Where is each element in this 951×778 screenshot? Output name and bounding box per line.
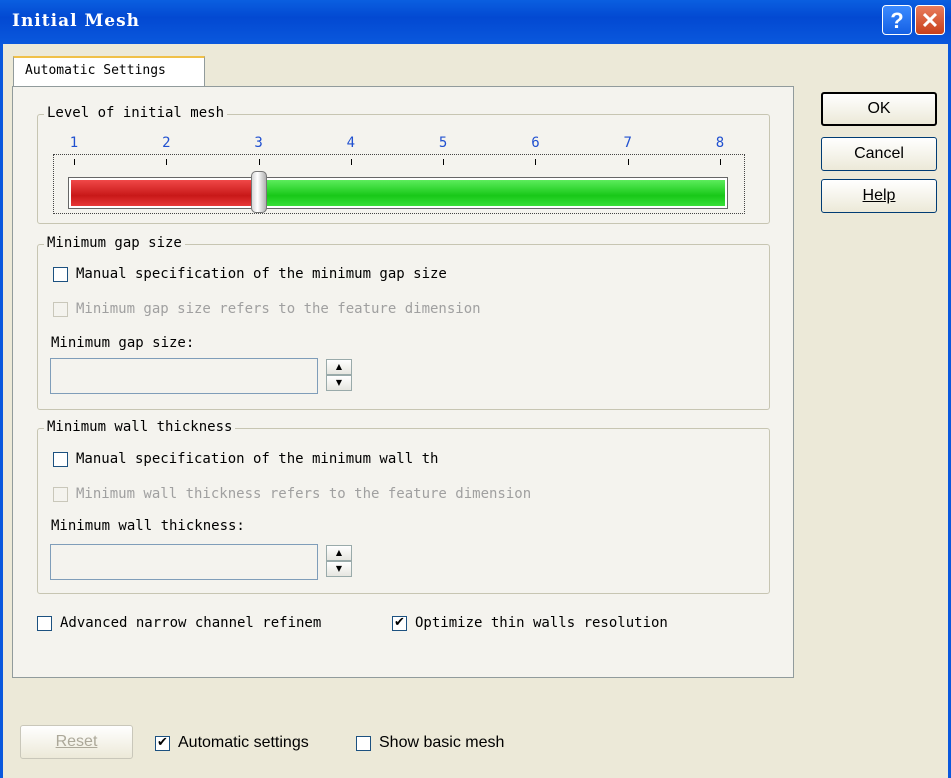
gap-manual-checkbox[interactable] (53, 266, 68, 282)
level-slider-thumb[interactable] (250, 171, 267, 213)
wall-thickness-input[interactable] (50, 544, 318, 580)
level-tick-label: 1 (69, 135, 79, 151)
level-tick-label: 6 (531, 135, 540, 151)
show-basic-mesh-label: Show basic mesh (379, 734, 505, 751)
level-slider-low-fill (71, 180, 260, 206)
cancel-button[interactable]: Cancel (821, 137, 937, 171)
level-slider-high-fill (257, 180, 725, 206)
ok-button[interactable]: OK (821, 92, 937, 126)
gap-manual-checkbox-row[interactable]: Manual specification of the minimum gap … (53, 266, 447, 282)
spin-up-icon[interactable]: ▲ (326, 359, 352, 375)
gap-group-label: Minimum gap size (44, 235, 185, 251)
tab-automatic-settings[interactable]: Automatic Settings (13, 56, 205, 88)
spin-down-icon[interactable]: ▼ (326, 375, 352, 391)
wall-refers-checkbox-row[interactable]: Minimum wall thickness refers to the fea… (53, 486, 531, 502)
level-tick-label: 7 (623, 135, 632, 151)
narrow-channel-label: Advanced narrow channel refinem (60, 615, 322, 631)
wall-manual-label: Manual specification of the minimum wall… (76, 451, 439, 467)
reset-button[interactable]: Reset (20, 725, 133, 759)
help-button[interactable]: Help (821, 179, 937, 213)
thin-walls-checkbox-row[interactable]: ✔ Optimize thin walls resolution (392, 615, 668, 631)
level-tick-label: 8 (715, 135, 725, 151)
gap-refers-checkbox[interactable] (53, 301, 68, 317)
level-tick-label: 5 (438, 135, 448, 151)
gap-size-spinner[interactable]: ▲ ▼ (326, 359, 352, 393)
close-icon[interactable]: ✕ (915, 5, 945, 35)
reset-button-label: Reset (55, 733, 98, 750)
window-border-left (0, 44, 3, 778)
show-basic-mesh-checkbox-row[interactable]: Show basic mesh (356, 734, 504, 752)
gap-field-label: Minimum gap size: (51, 335, 195, 351)
title-bar[interactable]: Initial Mesh ? ✕ (0, 0, 951, 44)
level-group-label: Level of initial mesh (44, 105, 228, 121)
narrow-channel-checkbox-row[interactable]: Advanced narrow channel refinem (37, 615, 321, 631)
automatic-settings-label: Automatic settings (178, 734, 309, 751)
wall-manual-checkbox[interactable] (53, 451, 68, 467)
narrow-channel-checkbox[interactable] (37, 615, 52, 631)
wall-manual-checkbox-row[interactable]: Manual specification of the minimum wall… (53, 451, 438, 467)
gap-refers-checkbox-row[interactable]: Minimum gap size refers to the feature d… (53, 301, 481, 317)
automatic-settings-checkbox[interactable]: ✔ (155, 735, 170, 751)
show-basic-mesh-checkbox[interactable] (356, 735, 371, 751)
wall-refers-checkbox[interactable] (53, 486, 68, 502)
spin-down-icon[interactable]: ▼ (326, 561, 352, 577)
spin-up-icon[interactable]: ▲ (326, 545, 352, 561)
wall-refers-label: Minimum wall thickness refers to the fea… (76, 486, 532, 502)
thin-walls-checkbox[interactable]: ✔ (392, 615, 407, 631)
gap-size-input[interactable] (50, 358, 318, 394)
window-title: Initial Mesh (12, 11, 141, 31)
wall-thickness-spinner[interactable]: ▲ ▼ (326, 545, 352, 579)
help-icon[interactable]: ? (882, 5, 912, 35)
level-tick-label: 4 (346, 135, 356, 151)
gap-refers-label: Minimum gap size refers to the feature d… (76, 301, 481, 317)
help-button-label: Help (862, 187, 896, 204)
wall-field-label: Minimum wall thickness: (51, 518, 245, 534)
level-tick-label: 3 (254, 135, 263, 151)
level-tick-label: 2 (162, 135, 171, 151)
thin-walls-label: Optimize thin walls resolution (415, 615, 668, 631)
automatic-settings-checkbox-row[interactable]: ✔ Automatic settings (155, 734, 309, 752)
level-slider-track[interactable] (68, 177, 728, 209)
wall-group-label: Minimum wall thickness (44, 419, 236, 435)
gap-manual-label: Manual specification of the minimum gap … (76, 266, 447, 282)
